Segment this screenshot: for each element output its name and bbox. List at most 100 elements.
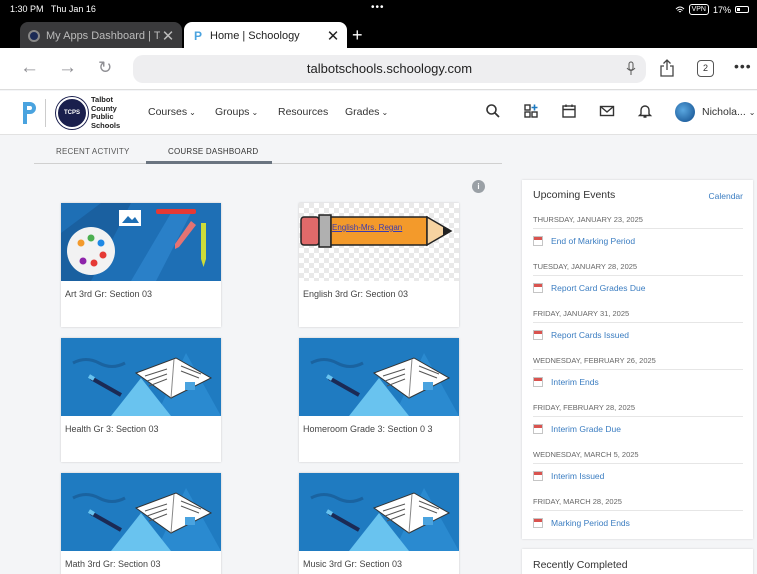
avatar[interactable] bbox=[675, 102, 695, 122]
event-date: WEDNESDAY, FEBRUARY 26, 2025 bbox=[533, 356, 656, 365]
status-bar: 1:30 PM Thu Jan 16 ••• VPN 17% bbox=[0, 0, 757, 20]
menu-resources[interactable]: Resources bbox=[278, 106, 328, 118]
course-name[interactable]: Art 3rd Gr: Section 03 bbox=[65, 289, 217, 300]
event-item[interactable]: Interim Grade Due bbox=[533, 424, 621, 434]
calendar-link[interactable]: Calendar bbox=[709, 191, 744, 201]
schoology-logo-icon[interactable] bbox=[20, 100, 38, 126]
calendar-day-icon bbox=[533, 377, 543, 387]
course-image bbox=[299, 203, 459, 281]
apps-grid-icon[interactable] bbox=[523, 103, 539, 119]
menu-courses[interactable]: Courses ⌄ bbox=[148, 106, 196, 118]
tab-switcher-button[interactable]: 2 bbox=[697, 60, 714, 77]
tab-my-apps[interactable]: My Apps Dashboard | Ta ✕ bbox=[20, 22, 182, 49]
divider bbox=[533, 416, 743, 417]
event-date: FRIDAY, MARCH 28, 2025 bbox=[533, 497, 622, 506]
divider bbox=[533, 463, 743, 464]
course-card-english[interactable]: English-Mrs. Regan English 3rd Gr: Secti… bbox=[299, 203, 459, 327]
event-date: WEDNESDAY, MARCH 5, 2025 bbox=[533, 450, 639, 459]
event-item[interactable]: Interim Issued bbox=[533, 471, 604, 481]
divider bbox=[533, 228, 743, 229]
chevron-down-icon: ⌄ bbox=[381, 108, 389, 117]
reload-icon[interactable]: ↻ bbox=[98, 58, 112, 78]
course-image bbox=[299, 338, 459, 416]
calendar-day-icon bbox=[533, 283, 543, 293]
more-options-icon[interactable]: ••• bbox=[734, 58, 752, 74]
event-item[interactable]: Interim Ends bbox=[533, 377, 599, 387]
calendar-day-icon bbox=[533, 471, 543, 481]
close-tab-icon[interactable]: ✕ bbox=[325, 27, 341, 45]
course-image bbox=[299, 473, 459, 551]
tab-title: My Apps Dashboard | Ta bbox=[46, 29, 160, 42]
forward-icon[interactable]: → bbox=[58, 57, 77, 79]
multitask-dots[interactable]: ••• bbox=[371, 2, 385, 13]
art-palette-illustration-icon bbox=[61, 203, 221, 281]
vpn-badge: VPN bbox=[688, 4, 709, 15]
event-item[interactable]: End of Marking Period bbox=[533, 236, 635, 246]
course-card-music[interactable]: Music 3rd Gr: Section 03 bbox=[299, 473, 459, 574]
course-card-homeroom[interactable]: Homeroom Grade 3: Section 0 3 bbox=[299, 338, 459, 462]
open-book-illustration-icon bbox=[299, 473, 459, 551]
event-item[interactable]: Report Cards Issued bbox=[533, 330, 629, 340]
status-time: 1:30 PM Thu Jan 16 bbox=[10, 4, 96, 14]
menu-groups[interactable]: Groups ⌄ bbox=[215, 106, 258, 118]
tab-course-dashboard[interactable]: COURSE DASHBOARD bbox=[168, 147, 258, 156]
tab-recent-activity[interactable]: RECENT ACTIVITY bbox=[56, 147, 130, 156]
mail-icon[interactable] bbox=[599, 103, 615, 119]
address-bar: ← → ↻ talbotschools.schoology.com 2 ••• bbox=[0, 48, 757, 90]
active-tab-indicator bbox=[146, 161, 272, 164]
event-item[interactable]: Marking Period Ends bbox=[533, 518, 630, 528]
wifi-icon bbox=[675, 6, 684, 12]
course-card-art[interactable]: Art 3rd Gr: Section 03 bbox=[61, 203, 221, 327]
logo-divider bbox=[45, 99, 46, 127]
event-item[interactable]: Report Card Grades Due bbox=[533, 283, 646, 293]
event-date: THURSDAY, JANUARY 23, 2025 bbox=[533, 215, 643, 224]
battery-icon bbox=[735, 6, 749, 13]
url-field[interactable]: talbotschools.schoology.com bbox=[133, 55, 646, 83]
menu-grades[interactable]: Grades ⌄ bbox=[345, 106, 388, 118]
course-name[interactable]: Homeroom Grade 3: Section 0 3 bbox=[303, 424, 455, 435]
course-name[interactable]: Health Gr 3: Section 03 bbox=[65, 424, 217, 435]
recently-completed-panel: Recently Completed bbox=[522, 549, 753, 574]
chevron-down-icon: ⌄ bbox=[189, 108, 196, 117]
calendar-icon[interactable] bbox=[561, 103, 577, 119]
dashboard-tabs: RECENT ACTIVITY COURSE DASHBOARD bbox=[34, 142, 502, 164]
back-icon[interactable]: ← bbox=[20, 57, 39, 79]
course-image bbox=[61, 473, 221, 551]
calendar-day-icon bbox=[533, 236, 543, 246]
schoology-favicon-icon: P bbox=[193, 28, 202, 43]
share-icon[interactable] bbox=[660, 59, 674, 77]
course-name[interactable]: English 3rd Gr: Section 03 bbox=[303, 289, 455, 300]
events-title: Upcoming Events bbox=[533, 189, 616, 201]
course-card-math[interactable]: Math 3rd Gr: Section 03 bbox=[61, 473, 221, 574]
divider bbox=[533, 510, 743, 511]
microphone-icon[interactable] bbox=[626, 61, 636, 76]
open-book-illustration-icon bbox=[299, 338, 459, 416]
event-date: FRIDAY, FEBRUARY 28, 2025 bbox=[533, 403, 635, 412]
course-image bbox=[61, 203, 221, 281]
course-card-health[interactable]: Health Gr 3: Section 03 bbox=[61, 338, 221, 462]
divider bbox=[533, 322, 743, 323]
url-text: talbotschools.schoology.com bbox=[306, 61, 473, 76]
event-date: FRIDAY, JANUARY 31, 2025 bbox=[533, 309, 630, 318]
calendar-day-icon bbox=[533, 424, 543, 434]
course-name[interactable]: Math 3rd Gr: Section 03 bbox=[65, 559, 217, 570]
district-seal-icon: TCPS bbox=[56, 97, 88, 129]
course-name[interactable]: Music 3rd Gr: Section 03 bbox=[303, 559, 455, 570]
pencil-illustration-icon bbox=[299, 203, 459, 281]
new-tab-button[interactable]: + bbox=[352, 25, 363, 46]
close-tab-icon[interactable]: ✕ bbox=[160, 27, 176, 45]
notifications-bell-icon[interactable] bbox=[637, 103, 653, 119]
district-name: Talbot County Public Schools bbox=[91, 95, 121, 130]
tab-schoology[interactable]: P Home | Schoology ✕ bbox=[184, 22, 347, 49]
divider bbox=[533, 369, 743, 370]
user-menu[interactable]: Nichola... ⌄ bbox=[702, 106, 755, 118]
classlink-favicon-icon bbox=[28, 29, 40, 42]
chevron-down-icon: ⌄ bbox=[748, 108, 756, 117]
open-book-illustration-icon bbox=[61, 473, 221, 551]
accessibility-info-icon[interactable]: i bbox=[472, 180, 485, 193]
open-book-illustration-icon bbox=[61, 338, 221, 416]
chevron-down-icon: ⌄ bbox=[251, 108, 259, 117]
course-image bbox=[61, 338, 221, 416]
search-icon[interactable] bbox=[485, 103, 501, 119]
schoology-header: TCPS Talbot County Public Schools Course… bbox=[0, 91, 757, 135]
